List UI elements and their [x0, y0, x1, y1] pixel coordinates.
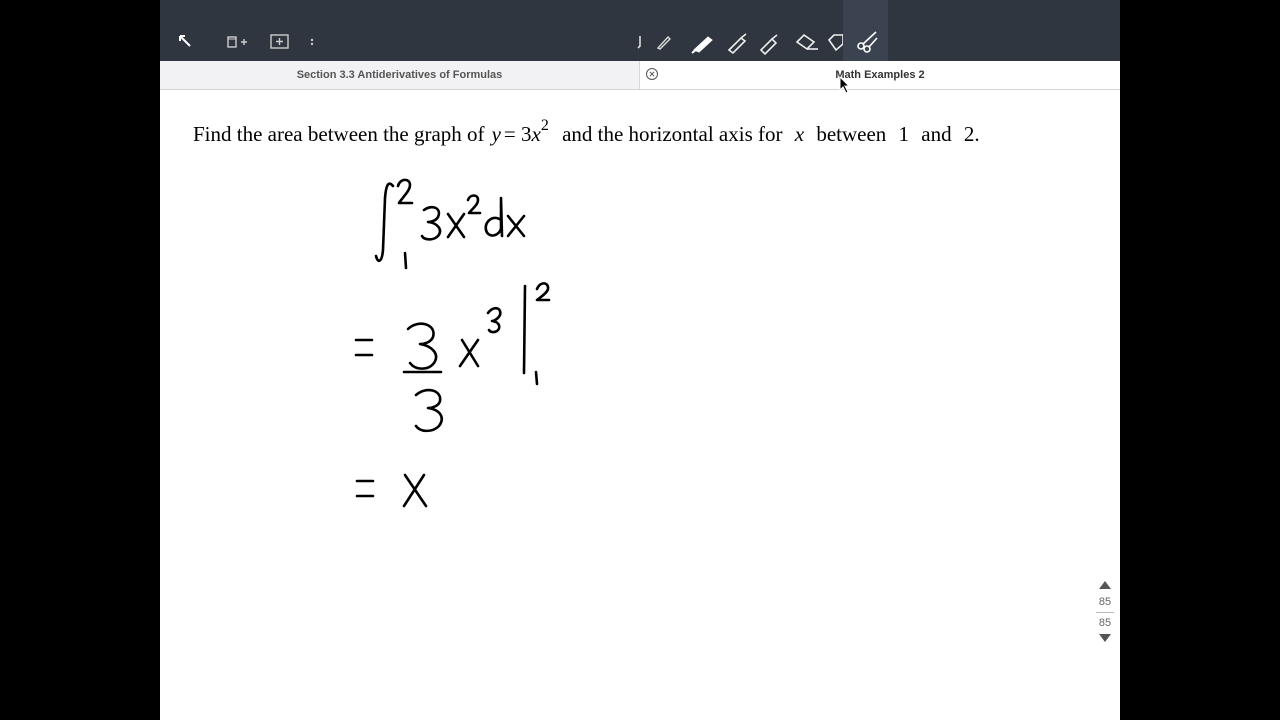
handwritten-work — [354, 178, 551, 508]
page-down-button[interactable] — [1090, 633, 1120, 643]
highlighter-icon[interactable] — [756, 28, 784, 56]
close-tab-icon[interactable] — [645, 67, 659, 81]
page-down-icon — [1099, 634, 1111, 642]
app-window: Section 3.3 Antiderivatives of Formulas … — [160, 0, 1120, 720]
tab-bar: Section 3.3 Antiderivatives of Formulas … — [160, 61, 1120, 90]
page-up-icon — [1099, 581, 1111, 589]
add-page-icon[interactable] — [266, 28, 294, 56]
tab-section-3-3[interactable]: Section 3.3 Antiderivatives of Formulas — [160, 61, 640, 89]
marker-icon[interactable] — [724, 28, 752, 56]
page-layout-icon[interactable] — [224, 28, 252, 56]
more-icon[interactable] — [302, 28, 330, 56]
scissors-icon[interactable] — [853, 28, 881, 56]
tab-math-examples-2[interactable]: Math Examples 2 — [640, 61, 1120, 89]
eraser-icon[interactable] — [794, 28, 822, 56]
fountain-pen-icon[interactable] — [690, 28, 718, 56]
handwritten-step-simplified — [355, 473, 428, 508]
page-up-button[interactable] — [1090, 578, 1120, 592]
pencil-icon[interactable] — [652, 28, 680, 56]
toolbar — [160, 0, 1120, 61]
page-navigator: 85 85 — [1090, 578, 1120, 643]
scissors-tool-selected[interactable] — [843, 0, 888, 61]
total-page-count: 85 — [1098, 617, 1112, 629]
handwritten-integral — [374, 178, 526, 270]
handwritten-step-antiderivative — [354, 282, 551, 433]
current-page-number: 85 — [1098, 596, 1112, 608]
document-page[interactable]: Find the area between the graph of y = 3x2… — [160, 90, 1120, 720]
back-arrow-icon[interactable] — [172, 28, 200, 56]
mouse-cursor-icon — [839, 75, 851, 99]
